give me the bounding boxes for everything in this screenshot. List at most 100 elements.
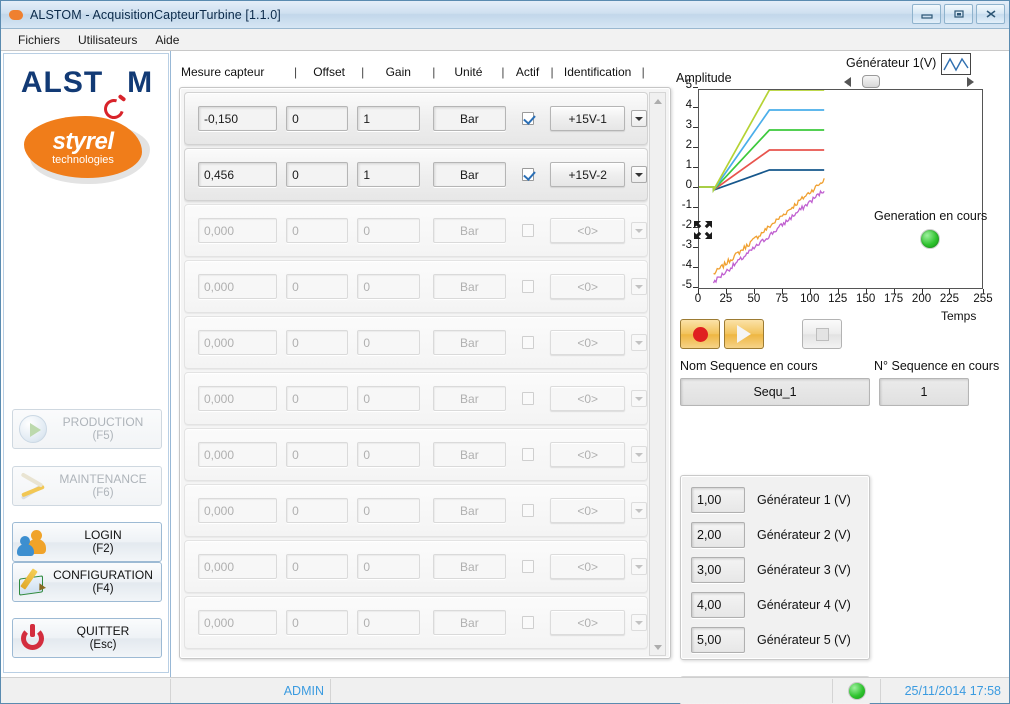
menu-item-utilisateurs[interactable]: Utilisateurs [69, 30, 146, 50]
stop-button[interactable] [802, 319, 842, 349]
sensor-offset-field[interactable]: 0 [286, 442, 348, 467]
sensor-active-checkbox[interactable] [522, 224, 534, 237]
sensor-table-scrollbar[interactable] [649, 92, 666, 656]
chevron-down-icon[interactable] [631, 502, 647, 519]
sensor-unit-field[interactable]: Bar [433, 218, 506, 243]
chevron-down-icon[interactable] [631, 558, 647, 575]
sensor-measure-field[interactable]: 0,000 [198, 218, 277, 243]
sensor-identification-select[interactable]: <0> [550, 218, 625, 243]
sensor-gain-field[interactable]: 0 [357, 330, 419, 355]
generator-value-field[interactable]: 5,00 [691, 627, 745, 653]
sensor-offset-field[interactable]: 0 [286, 218, 348, 243]
generator-value-field[interactable]: 1,00 [691, 487, 745, 513]
sensor-offset-field[interactable]: 0 [286, 498, 348, 523]
legend-scroll-control[interactable] [844, 74, 974, 90]
sensor-unit-field[interactable]: Bar [433, 162, 506, 187]
sensor-active-checkbox[interactable] [522, 616, 534, 629]
sensor-offset-field[interactable]: 0 [286, 330, 348, 355]
sensor-measure-field[interactable]: 0,000 [198, 554, 277, 579]
sensor-offset-field[interactable]: 0 [286, 274, 348, 299]
chevron-down-icon[interactable] [631, 278, 647, 295]
sensor-identification-select[interactable]: <0> [550, 330, 625, 355]
sensor-active-checkbox[interactable] [522, 280, 534, 293]
sensor-identification-select[interactable]: +15V-2 [550, 162, 625, 187]
sensor-unit-field[interactable]: Bar [433, 386, 506, 411]
sensor-measure-field[interactable]: 0,000 [198, 610, 277, 635]
sidebar-item-login-key: (F2) [51, 542, 155, 556]
chevron-down-icon[interactable] [631, 446, 647, 463]
sensor-gain-field[interactable]: 0 [357, 218, 419, 243]
sensor-gain-field[interactable]: 0 [357, 498, 419, 523]
sensor-active-checkbox[interactable] [522, 336, 534, 349]
sensor-offset-field[interactable]: 0 [286, 554, 348, 579]
sensor-unit-field[interactable]: Bar [433, 442, 506, 467]
scroll-up-icon[interactable] [650, 93, 665, 109]
sensor-identification-select[interactable]: <0> [550, 498, 625, 523]
sidebar-item-production[interactable]: PRODUCTION (F5) [12, 409, 162, 449]
sensor-identification-select[interactable]: <0> [550, 274, 625, 299]
sensor-gain-field[interactable]: 0 [357, 274, 419, 299]
sensor-measure-field[interactable]: 0,000 [198, 274, 277, 299]
sensor-offset-field[interactable]: 0 [286, 610, 348, 635]
sidebar-item-quitter[interactable]: QUITTER (Esc) [12, 618, 162, 658]
sensor-identification-select[interactable]: <0> [550, 442, 625, 467]
sensor-offset-field[interactable]: 0 [286, 162, 348, 187]
sensor-active-checkbox[interactable] [522, 168, 534, 181]
legend-scroll-thumb[interactable] [862, 75, 880, 88]
sensor-gain-field[interactable]: 0 [357, 610, 419, 635]
sensor-gain-field[interactable]: 1 [357, 162, 419, 187]
chevron-down-icon[interactable] [631, 222, 647, 239]
chevron-down-icon[interactable] [631, 166, 647, 183]
sensor-identification-select[interactable]: <0> [550, 386, 625, 411]
generator-value-field[interactable]: 2,00 [691, 522, 745, 548]
sensor-gain-field[interactable]: 1 [357, 106, 419, 131]
sensor-offset-field[interactable]: 0 [286, 106, 348, 131]
sensor-unit-field[interactable]: Bar [433, 274, 506, 299]
scroll-down-icon[interactable] [650, 639, 665, 655]
chevron-down-icon[interactable] [631, 334, 647, 351]
sensor-unit-field[interactable]: Bar [433, 330, 506, 355]
restore-button[interactable] [944, 4, 973, 24]
generator-value-field[interactable]: 3,00 [691, 557, 745, 583]
sensor-unit-field[interactable]: Bar [433, 554, 506, 579]
sensor-measure-field[interactable]: 0,000 [198, 386, 277, 411]
record-button[interactable] [680, 319, 720, 349]
sensor-gain-field[interactable]: 0 [357, 554, 419, 579]
amplitude-chart[interactable] [698, 89, 983, 289]
sensor-unit-field[interactable]: Bar [433, 106, 506, 131]
play-button[interactable] [724, 319, 764, 349]
sensor-identification-select[interactable]: <0> [550, 610, 625, 635]
legend-scroll-left-icon[interactable] [844, 77, 851, 87]
sensor-measure-field[interactable]: 0,000 [198, 330, 277, 355]
chevron-down-icon[interactable] [631, 110, 647, 127]
sensor-measure-field[interactable]: -0,150 [198, 106, 277, 131]
close-button[interactable] [976, 4, 1005, 24]
window-controls [912, 4, 1005, 24]
sensor-unit-field[interactable]: Bar [433, 610, 506, 635]
sensor-offset-field[interactable]: 0 [286, 386, 348, 411]
sensor-active-checkbox[interactable] [522, 392, 534, 405]
sensor-active-checkbox[interactable] [522, 560, 534, 573]
sensor-measure-field[interactable]: 0,456 [198, 162, 277, 187]
sidebar-item-maintenance[interactable]: MAINTENANCE (F6) [12, 466, 162, 506]
sensor-active-checkbox[interactable] [522, 448, 534, 461]
sensor-identification-select[interactable]: <0> [550, 554, 625, 579]
sensor-measure-field[interactable]: 0,000 [198, 442, 277, 467]
sensor-active-checkbox[interactable] [522, 112, 534, 125]
sensor-measure-field[interactable]: 0,000 [198, 498, 277, 523]
sensor-identification-select[interactable]: +15V-1 [550, 106, 625, 131]
generator-value-field[interactable]: 4,00 [691, 592, 745, 618]
chart-x-tick-label: 200 [907, 293, 937, 305]
sidebar-item-configuration[interactable]: CONFIGURATION (F4) [12, 562, 162, 602]
minimize-button[interactable] [912, 4, 941, 24]
sensor-unit-field[interactable]: Bar [433, 498, 506, 523]
menu-item-aide[interactable]: Aide [146, 30, 188, 50]
sidebar-item-login[interactable]: LOGIN (F2) [12, 522, 162, 562]
legend-scroll-right-icon[interactable] [967, 77, 974, 87]
sensor-gain-field[interactable]: 0 [357, 386, 419, 411]
sensor-gain-field[interactable]: 0 [357, 442, 419, 467]
chevron-down-icon[interactable] [631, 390, 647, 407]
sensor-active-checkbox[interactable] [522, 504, 534, 517]
menu-item-fichiers[interactable]: Fichiers [9, 30, 69, 50]
chevron-down-icon[interactable] [631, 614, 647, 631]
